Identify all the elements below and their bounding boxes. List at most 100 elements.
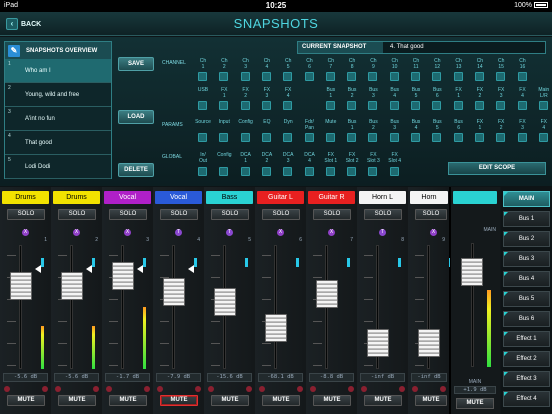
scope-checkbox[interactable] [474,101,484,110]
bus-button[interactable]: MAIN [503,191,550,207]
snapshot-item[interactable]: 4 That good [5,131,111,155]
bus-button[interactable]: Effect 4 [503,391,550,407]
scope-checkbox[interactable] [304,72,314,81]
scope-checkbox[interactable] [347,167,357,176]
scope-checkbox[interactable] [432,101,442,110]
scope-checkbox[interactable] [496,72,506,81]
scope-checkbox[interactable] [198,133,207,142]
main-strip-color-tab[interactable] [453,191,497,204]
solo-button[interactable]: SOLO [109,209,147,220]
scope-checkbox[interactable] [432,133,442,142]
fader-knob[interactable] [61,271,83,300]
scope-checkbox[interactable] [219,72,229,81]
scope-checkbox[interactable] [517,133,527,142]
bus-button[interactable]: Bus 1 [503,211,550,227]
mute-button[interactable]: MUTE [7,395,45,406]
bus-button[interactable]: Effect 3 [503,371,550,387]
scope-checkbox[interactable] [538,101,548,110]
scope-checkbox[interactable] [411,133,420,142]
scope-checkbox[interactable] [368,101,378,110]
solo-button[interactable]: SOLO [262,209,300,220]
scope-checkbox[interactable] [261,167,271,176]
mute-button[interactable]: MUTE [109,395,147,406]
channel-name-tab[interactable]: Drums [2,191,49,204]
scope-checkbox[interactable] [474,133,484,142]
scope-checkbox[interactable] [304,133,314,142]
fader-knob[interactable] [316,279,338,308]
edit-scope-button[interactable]: EDIT SCOPE [448,162,546,175]
scope-checkbox[interactable] [474,72,484,81]
scope-checkbox[interactable] [389,133,399,142]
channel-name-tab[interactable]: Vocal [104,191,151,204]
scope-checkbox[interactable] [325,167,335,176]
solo-button[interactable]: SOLO [313,209,351,220]
fader-knob[interactable] [418,329,440,358]
scope-checkbox[interactable] [219,133,229,142]
scope-checkbox[interactable] [411,72,420,81]
scope-checkbox[interactable] [240,72,250,81]
fader-knob[interactable] [112,262,134,291]
scope-checkbox[interactable] [347,72,357,81]
fader-knob[interactable] [265,314,287,343]
mute-button[interactable]: MUTE [58,395,96,406]
scope-checkbox[interactable] [283,167,293,176]
bus-button[interactable]: Effect 2 [503,351,550,367]
scope-checkbox[interactable] [411,101,420,110]
scope-checkbox[interactable] [347,133,357,142]
main-mute-button[interactable]: MUTE [456,398,494,409]
scope-checkbox[interactable] [219,167,229,176]
bus-button[interactable]: Bus 4 [503,271,550,287]
scope-checkbox[interactable] [325,101,335,110]
snapshot-item[interactable]: 3 A'int no fun [5,107,111,131]
mute-button[interactable]: MUTE [364,395,402,406]
bus-button[interactable]: Bus 3 [503,251,550,267]
channel-name-tab[interactable]: Horn [410,191,448,204]
load-button[interactable]: LOAD [118,110,154,124]
delete-button[interactable]: DELETE [118,163,154,177]
scope-checkbox[interactable] [240,101,250,110]
scope-checkbox[interactable] [283,72,293,81]
scope-checkbox[interactable] [261,133,271,142]
solo-button[interactable]: SOLO [415,209,447,220]
fader-knob[interactable] [367,329,389,358]
scope-checkbox[interactable] [283,133,293,142]
bus-button[interactable]: Bus 6 [503,311,550,327]
channel-name-tab[interactable]: Bass [206,191,253,204]
scope-checkbox[interactable] [198,72,207,81]
solo-button[interactable]: SOLO [58,209,96,220]
scope-checkbox[interactable] [389,167,399,176]
scope-checkbox[interactable] [368,72,378,81]
scope-checkbox[interactable] [453,101,463,110]
scope-checkbox[interactable] [198,101,207,110]
bus-button[interactable]: Bus 2 [503,231,550,247]
scope-checkbox[interactable] [347,101,357,110]
solo-button[interactable]: SOLO [160,209,198,220]
pencil-icon[interactable]: ✎ [8,44,20,57]
mute-button[interactable]: MUTE [415,395,447,406]
scope-checkbox[interactable] [219,101,229,110]
scope-checkbox[interactable] [198,167,207,176]
solo-button[interactable]: SOLO [7,209,45,220]
scope-checkbox[interactable] [538,133,548,142]
mute-button[interactable]: MUTE [211,395,249,406]
scope-checkbox[interactable] [453,133,463,142]
main-fader-knob[interactable] [461,258,483,287]
mute-button[interactable]: MUTE [160,395,198,406]
scope-checkbox[interactable] [283,101,293,110]
scope-checkbox[interactable] [389,72,399,81]
channel-name-tab[interactable]: Guitar L [257,191,304,204]
bus-button[interactable]: Bus 5 [503,291,550,307]
scope-checkbox[interactable] [240,167,250,176]
scope-checkbox[interactable] [517,72,527,81]
scope-checkbox[interactable] [496,101,506,110]
snapshot-item[interactable]: 2 Young, wild and free [5,83,111,107]
scope-checkbox[interactable] [368,167,378,176]
channel-name-tab[interactable]: Guitar R [308,191,355,204]
mute-button[interactable]: MUTE [313,395,351,406]
channel-name-tab[interactable]: Drums [53,191,100,204]
mute-button[interactable]: MUTE [262,395,300,406]
channel-name-tab[interactable]: Horn L [359,191,406,204]
scope-checkbox[interactable] [304,167,314,176]
scope-checkbox[interactable] [432,72,442,81]
fader-knob[interactable] [10,271,32,300]
